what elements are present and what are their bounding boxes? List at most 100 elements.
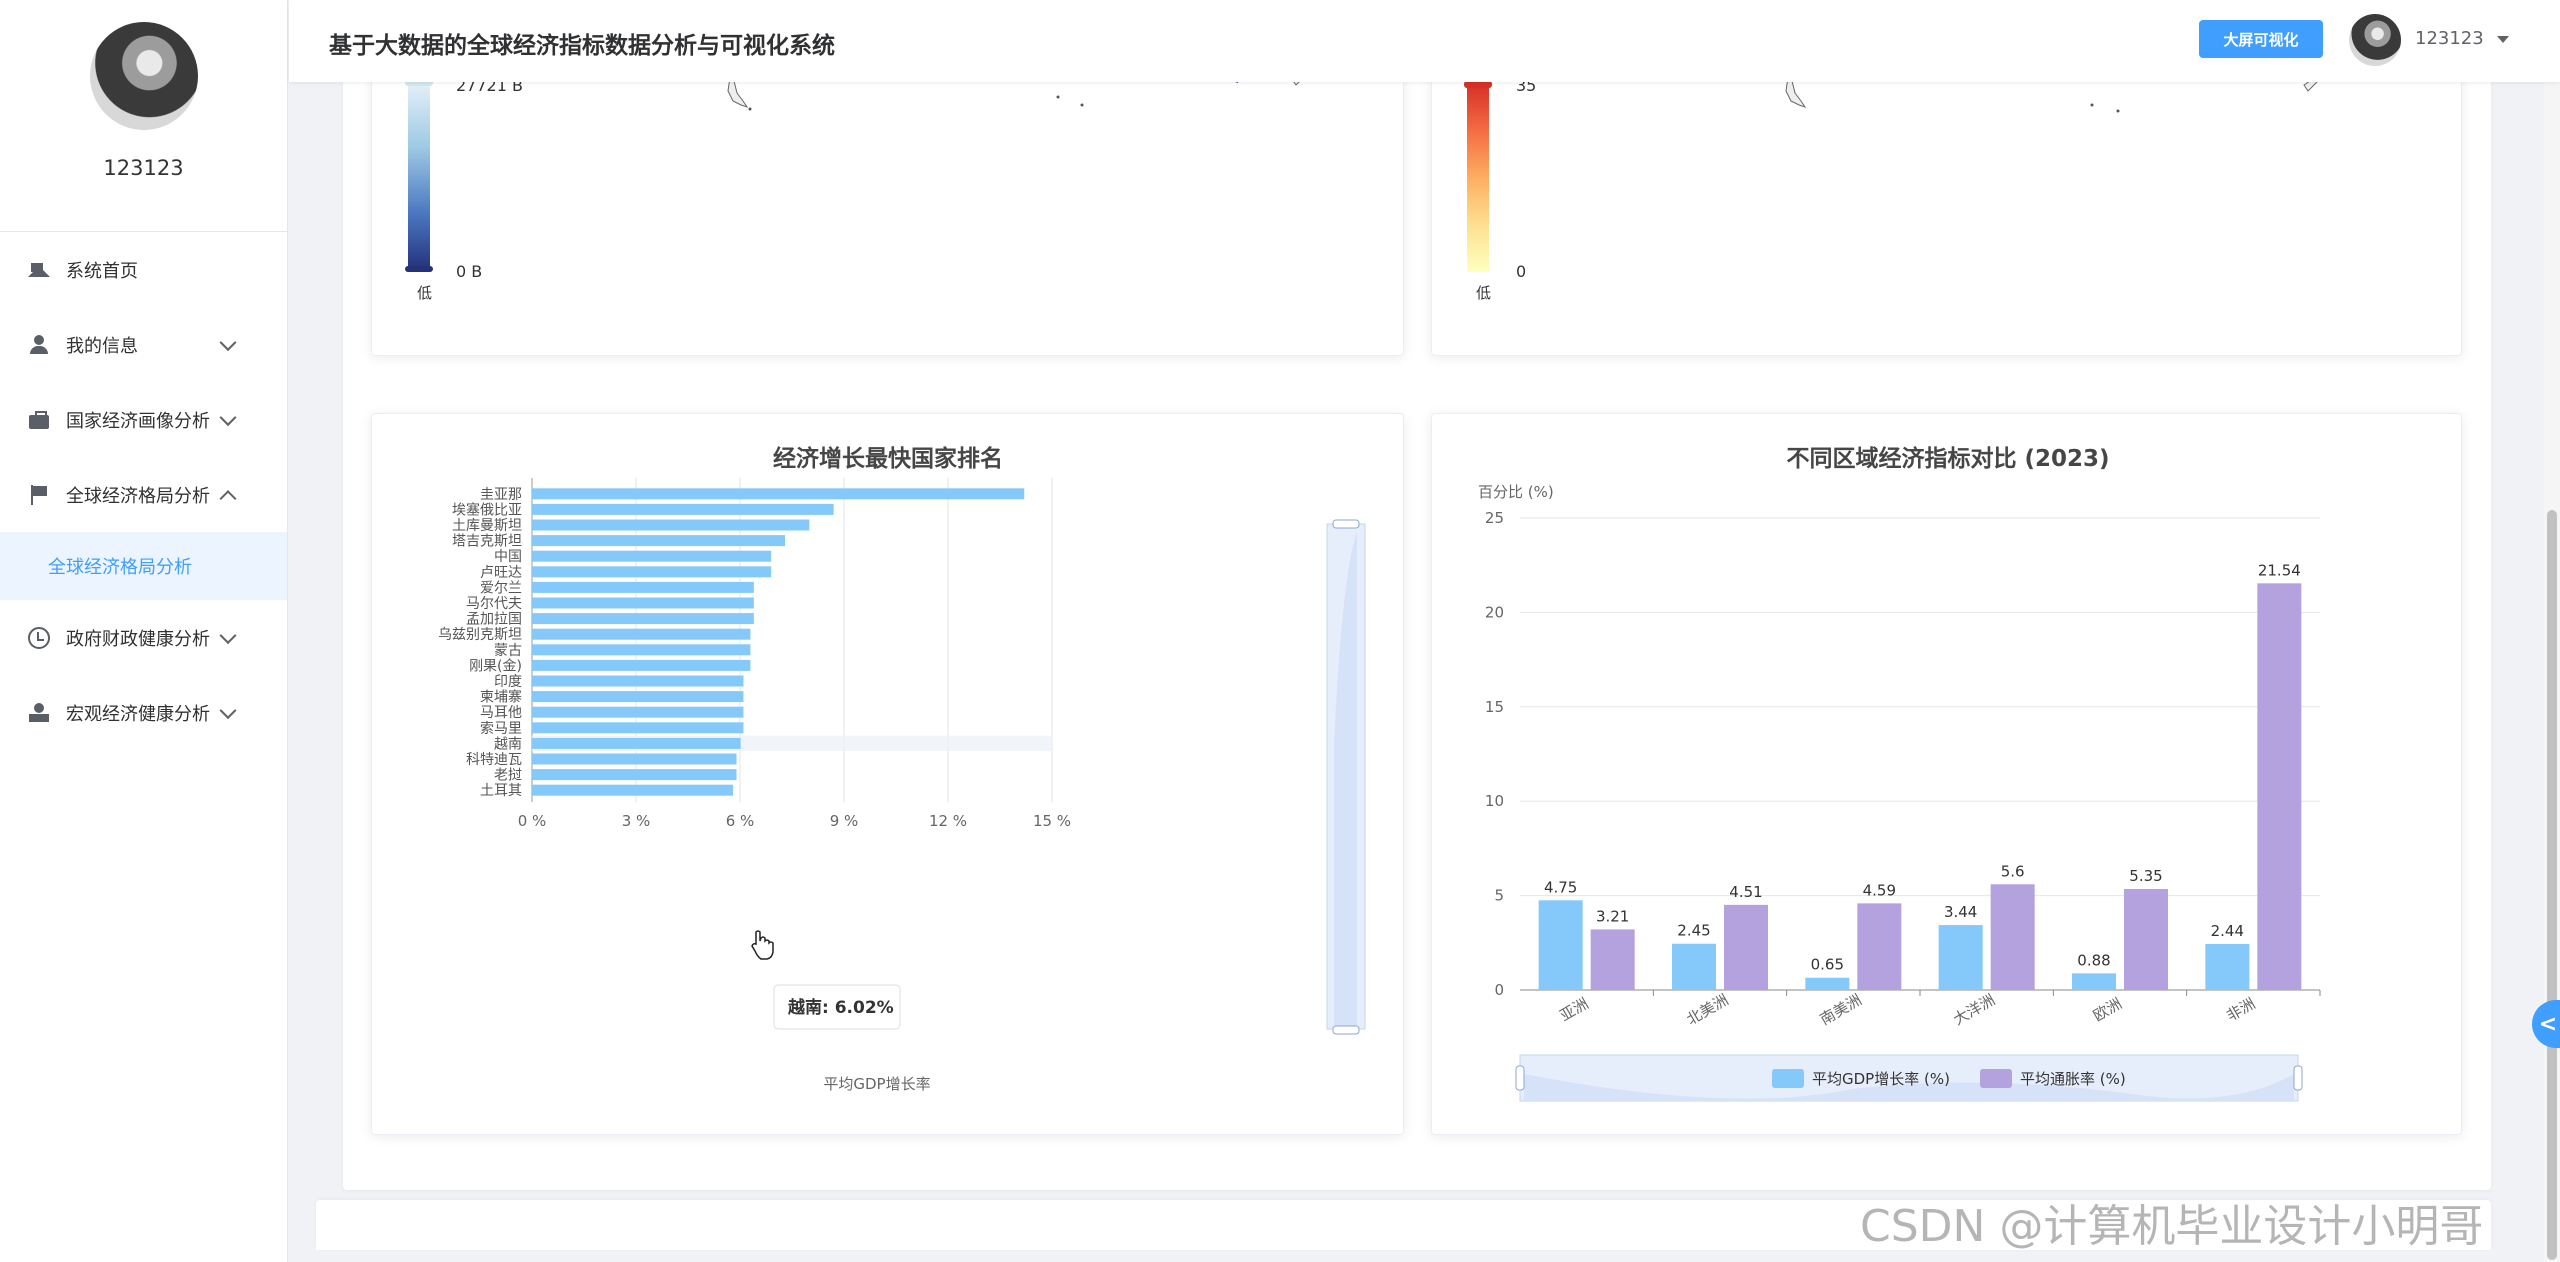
bar[interactable]: [1857, 903, 1902, 990]
chart-legend[interactable]: 平均GDP增长率 (%) 平均通胀率 (%): [1772, 1069, 2126, 1088]
bar[interactable]: [532, 784, 734, 796]
sidebar-item-label: 政府财政健康分析: [66, 628, 210, 650]
header-avatar[interactable]: [2349, 14, 2401, 66]
visualmap-min-value: 0: [1516, 262, 1526, 281]
bar[interactable]: [532, 597, 754, 609]
chart-tooltip: 越南: 6.02%: [773, 984, 901, 1030]
datazoom-handle-left[interactable]: [1515, 1065, 1525, 1091]
header-username[interactable]: 123123: [2415, 28, 2484, 49]
region-comparison-chart: 不同区域经济指标对比 (2023) 百分比 (%) 0 5 10 15 20 25 4.7…: [1478, 445, 2321, 1102]
legend-label[interactable]: 平均GDP增长率 (%): [1812, 1070, 1950, 1088]
sidebar-item-my-info[interactable]: 我的信息: [0, 307, 287, 382]
data-label: 5.35: [2129, 867, 2162, 885]
sidebar-item-label: 全球经济格局分析: [66, 485, 210, 507]
bar[interactable]: [532, 644, 751, 656]
bar[interactable]: [532, 550, 772, 562]
tooltip-text: 越南: 6.02%: [787, 997, 894, 1018]
home-icon: [28, 255, 50, 277]
bar[interactable]: [532, 706, 744, 718]
chevron-down-icon: [219, 626, 237, 644]
sidebar-item-fiscal-health[interactable]: 政府财政健康分析: [0, 600, 287, 675]
legend-label[interactable]: 平均通胀率 (%): [2020, 1070, 2126, 1088]
data-label: 4.51: [1729, 883, 1762, 901]
datazoom-handle-bottom[interactable]: [1332, 1025, 1360, 1035]
sidebar-item-global-pattern[interactable]: 全球经济格局分析: [0, 457, 287, 532]
bar[interactable]: [2124, 888, 2168, 990]
data-label: 3.21: [1596, 907, 1629, 925]
map-dot: [2090, 103, 2094, 107]
sidebar-username: 123123: [103, 156, 184, 180]
sidebar-subitem-global-pattern[interactable]: 全球经济格局分析: [0, 532, 287, 600]
bar[interactable]: [532, 613, 754, 625]
main-content: 高 27721 B 0 B 低: [343, 0, 2491, 1190]
bar[interactable]: [1990, 884, 2035, 990]
bar[interactable]: [1672, 943, 1716, 990]
bar[interactable]: [532, 535, 786, 547]
chevron-down-icon: [219, 333, 237, 351]
sidebar-item-country-profile[interactable]: 国家经济画像分析: [0, 382, 287, 457]
bar[interactable]: [532, 503, 834, 515]
bar[interactable]: [532, 488, 1025, 500]
data-label: 2.44: [2211, 922, 2244, 940]
stamp-icon: [28, 702, 50, 724]
big-screen-button[interactable]: 大屏可视化: [2199, 20, 2323, 58]
bar[interactable]: [1538, 900, 1583, 990]
category-label: 卢旺达: [480, 565, 522, 581]
datazoom-handle-right[interactable]: [2293, 1065, 2303, 1091]
bar[interactable]: [1724, 904, 1768, 990]
x-tick-label: 12 %: [929, 812, 967, 830]
collapse-tab-icon[interactable]: <: [2532, 1000, 2560, 1048]
growth-ranking-chart: 经济增长最快国家排名 圭亚那埃塞俄比亚土库曼斯坦塔吉克斯坦中国卢旺达爱尔兰马尔代…: [438, 445, 1366, 1093]
bar[interactable]: [1938, 925, 1983, 990]
category-label: 非洲: [2223, 994, 2258, 1025]
caret-down-icon[interactable]: [2497, 36, 2509, 43]
bar[interactable]: [532, 753, 737, 765]
map-dot: [1080, 103, 1084, 107]
mouse-cursor-icon: [751, 930, 774, 960]
visualmap-bar[interactable]: [408, 81, 430, 271]
legend-swatch: [1772, 1069, 1804, 1088]
y-axis-label: 百分比 (%): [1478, 483, 1554, 501]
data-label: 3.44: [1944, 903, 1977, 921]
category-label: 越南: [494, 736, 522, 752]
category-label: 索马里: [480, 720, 522, 737]
data-label: 4.75: [1544, 878, 1577, 896]
category-label: 科特迪瓦: [466, 752, 522, 768]
category-label: 蒙古: [494, 643, 522, 659]
bar[interactable]: [1590, 929, 1635, 990]
data-label: 4.59: [1863, 881, 1896, 899]
datazoom-handle-top[interactable]: [1332, 519, 1360, 529]
bar[interactable]: [532, 722, 744, 734]
x-tick-label: 3 %: [622, 812, 651, 830]
category-label: 老挝: [494, 768, 522, 784]
bar[interactable]: [532, 659, 751, 671]
y-tick-label: 0: [1494, 981, 1504, 999]
bar[interactable]: [532, 628, 751, 640]
avatar[interactable]: [89, 22, 198, 130]
scrollbar-thumb[interactable]: [2547, 510, 2557, 1260]
bar[interactable]: [2257, 583, 2302, 990]
x-tick-label: 15 %: [1033, 812, 1071, 830]
y-tick-label: 15: [1485, 698, 1504, 716]
bar[interactable]: [532, 519, 810, 531]
bar[interactable]: [1805, 977, 1850, 990]
bar[interactable]: [532, 769, 737, 781]
bar[interactable]: [532, 737, 741, 749]
sidebar-item-macro-health[interactable]: 宏观经济健康分析: [0, 675, 287, 750]
bar[interactable]: [532, 581, 754, 593]
visualmap-bar[interactable]: [1467, 84, 1489, 272]
visualmap-handle-bottom[interactable]: [405, 266, 433, 272]
bar[interactable]: [2072, 973, 2116, 990]
visualmap-handle-top[interactable]: [1464, 81, 1492, 88]
category-label: 欧洲: [2090, 994, 2125, 1025]
bar[interactable]: [532, 566, 772, 578]
sidebar-item-home[interactable]: 系统首页: [0, 232, 287, 307]
map-dot: [748, 107, 752, 111]
bar[interactable]: [532, 675, 744, 687]
category-label: 大洋洲: [1950, 991, 1998, 1029]
bar[interactable]: [2205, 943, 2250, 990]
bar[interactable]: [532, 691, 744, 703]
sidebar-item-label: 国家经济画像分析: [66, 410, 210, 432]
category-label: 圭亚那: [480, 487, 522, 503]
page-scrollbar[interactable]: [2544, 0, 2560, 1262]
